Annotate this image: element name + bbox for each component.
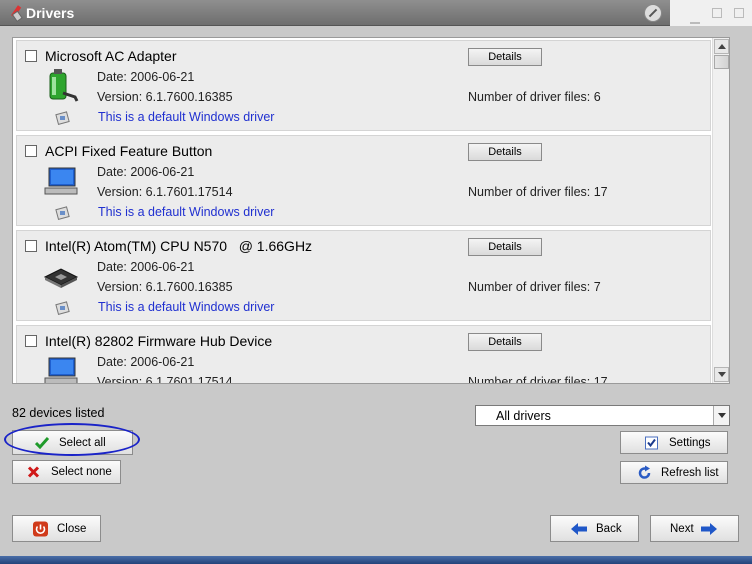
scroll-up-button[interactable] [714,39,729,54]
driver-file-count: Number of driver files: 6 [468,90,601,104]
driver-filter-select[interactable]: All drivers [475,405,730,426]
next-label: Next [670,522,694,535]
checkbox-checked-icon [645,436,658,449]
select-all-label: Select all [59,436,106,449]
scroll-thumb[interactable] [714,55,729,69]
window-title: Drivers [26,5,75,21]
arrow-left-icon [571,522,587,535]
driver-file-count: Number of driver files: 7 [468,280,601,294]
driver-date: Date: 2006-06-21 [97,355,195,369]
minimize-icon [690,14,700,24]
close-label: Close [57,522,87,535]
chevron-down-icon[interactable] [713,406,729,425]
details-button[interactable]: Details [468,143,542,161]
device-count-label: 82 devices listed [12,406,105,420]
default-driver-link[interactable]: This is a default Windows driver [98,205,274,219]
windows-driver-icon [55,301,70,315]
device-checkbox[interactable] [25,240,37,252]
driver-file-count: Number of driver files: 17 [468,185,608,199]
device-card: Intel(R) 82802 Firmware Hub Device Date:… [16,325,711,384]
device-name: Intel(R) 82802 Firmware Hub Device [45,333,273,349]
driver-filter-value: All drivers [496,409,551,423]
details-button[interactable]: Details [468,238,542,256]
details-button[interactable]: Details [468,48,542,66]
back-label: Back [596,522,622,535]
refresh-icon [638,465,651,479]
computer-monitor-icon [44,167,78,195]
device-name: ACPI Fixed Feature Button [45,143,213,159]
windows-driver-icon [55,111,70,125]
settings-button[interactable]: Settings [620,431,728,454]
battery-plug-icon [49,69,79,102]
driver-version: Version: 6.1.7601.17514 [97,185,233,199]
back-button[interactable]: Back [550,515,639,542]
device-checkbox[interactable] [25,50,37,62]
refresh-list-button[interactable]: Refresh list [620,461,728,484]
driver-date: Date: 2006-06-21 [97,165,195,179]
device-name: Microsoft AC Adapter [45,48,177,64]
title-bar: Drivers [0,0,752,26]
minimize-circle-button[interactable] [644,4,662,22]
device-checkbox[interactable] [25,335,37,347]
power-icon [33,521,48,536]
settings-label: Settings [669,436,711,449]
driver-version: Version: 6.1.7600.16385 [97,90,233,104]
refresh-list-label: Refresh list [661,466,719,479]
cpu-chip-icon [43,268,79,288]
driver-version: Version: 6.1.7601.17514 [97,375,233,384]
select-none-label: Select none [51,466,112,478]
windows-driver-icon [55,206,70,220]
driver-date: Date: 2006-06-21 [97,260,195,274]
close-icon [734,8,744,18]
select-none-button[interactable]: Select none [12,460,121,484]
device-checkbox[interactable] [25,145,37,157]
driver-date: Date: 2006-06-21 [97,70,195,84]
driver-file-count: Number of driver files: 17 [468,375,608,384]
next-button[interactable]: Next [650,515,739,542]
red-cross-icon [27,466,40,478]
checkmark-icon [35,436,49,449]
device-name: Intel(R) Atom(TM) CPU N570 @ 1.66GHz [45,238,313,254]
list-scrollbar[interactable] [712,38,729,383]
computer-monitor-icon [44,357,78,383]
default-driver-link[interactable]: This is a default Windows driver [98,110,274,124]
device-card: ACPI Fixed Feature Button Date: 2006-06-… [16,135,711,226]
driver-version: Version: 6.1.7600.16385 [97,280,233,294]
default-driver-link[interactable]: This is a default Windows driver [98,300,274,314]
select-all-button[interactable]: Select all [12,430,133,455]
close-button[interactable]: Close [12,515,101,542]
maximize-icon [712,8,722,18]
wrench-tool-icon [11,5,23,22]
background-window-controls [670,0,752,26]
taskbar-strip [0,556,752,564]
device-list[interactable]: Microsoft AC Adapter Date: 2006-06-21 Ve… [12,37,730,384]
arrow-right-icon [701,522,717,535]
details-button[interactable]: Details [468,333,542,351]
device-card: Intel(R) Atom(TM) CPU N570 @ 1.66GHz Dat… [16,230,711,321]
device-card: Microsoft AC Adapter Date: 2006-06-21 Ve… [16,40,711,131]
scroll-down-button[interactable] [714,367,729,382]
